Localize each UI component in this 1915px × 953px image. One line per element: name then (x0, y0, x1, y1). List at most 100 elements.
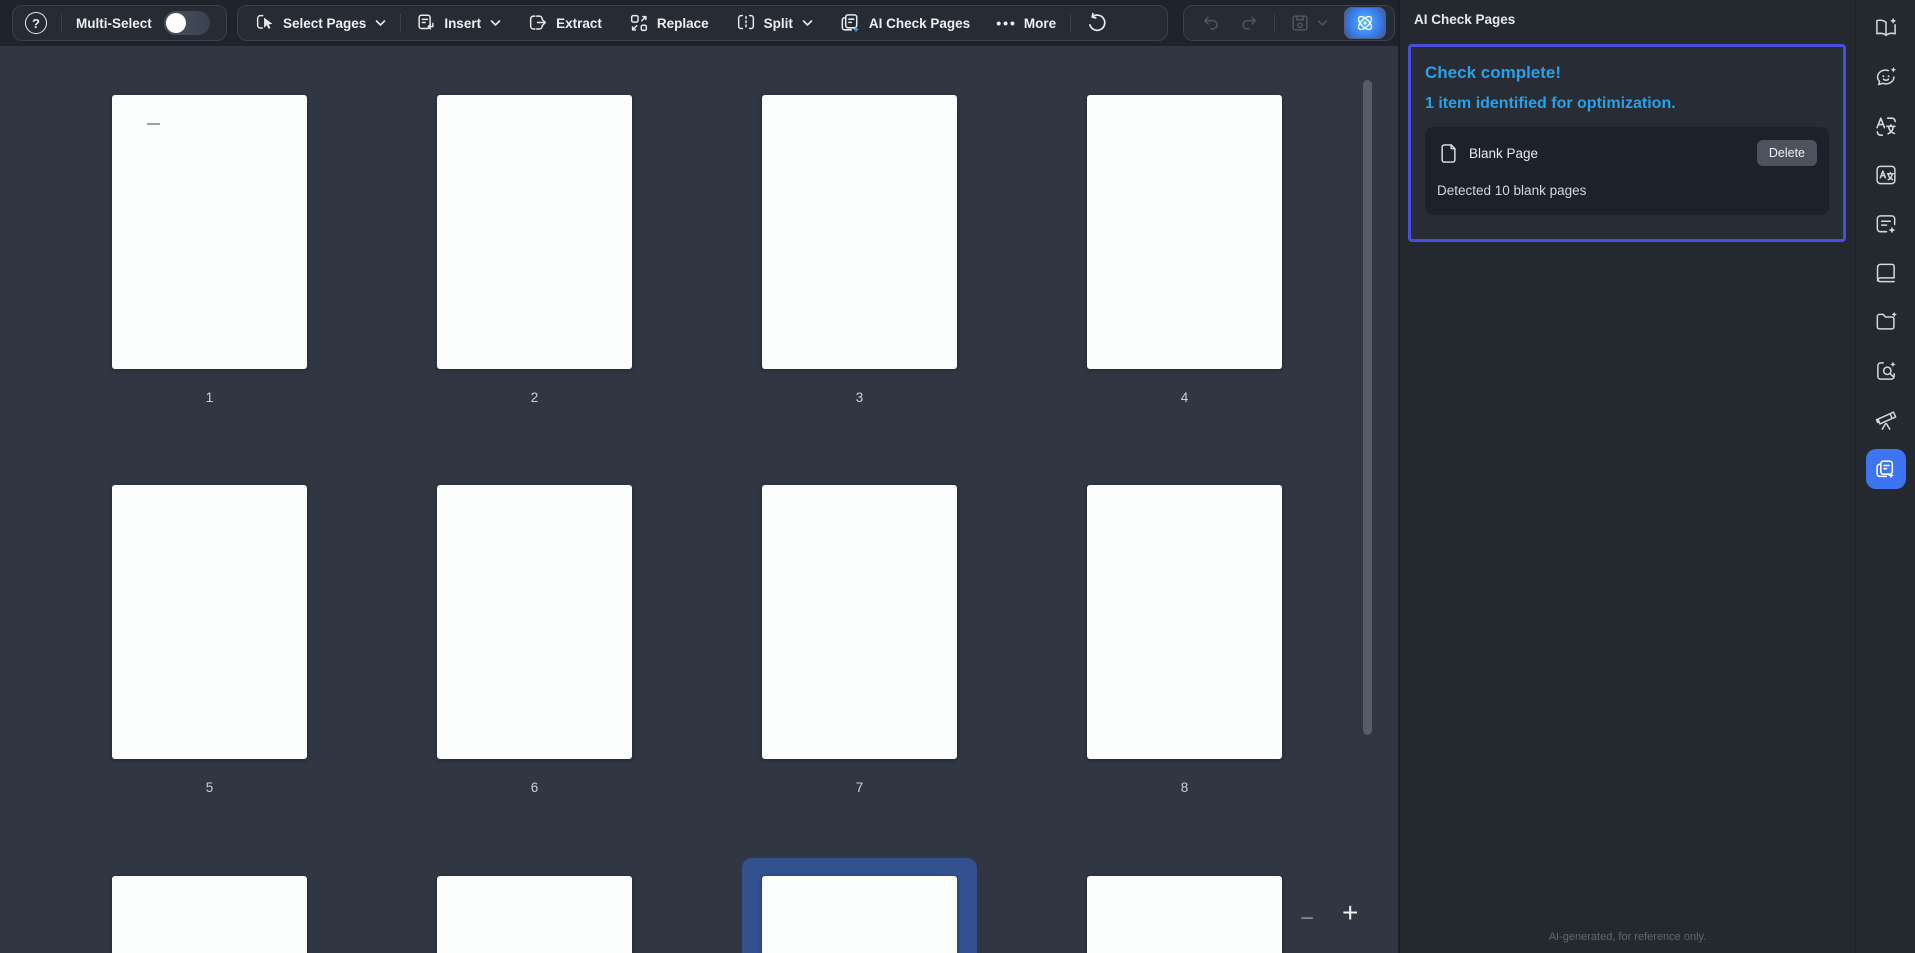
sidebar-item-telescope[interactable] (1866, 400, 1906, 440)
help-icon[interactable]: ? (25, 12, 47, 34)
replace-icon (628, 12, 650, 34)
more-label: More (1023, 15, 1057, 31)
page-thumbnail-3[interactable] (762, 95, 957, 369)
page-thumbnail-8[interactable] (1087, 485, 1282, 759)
blank-page-card: Blank Page Delete Detected 10 blank page… (1425, 127, 1829, 215)
redo-button[interactable] (1238, 12, 1260, 34)
ai-check-pages-icon (839, 12, 862, 35)
vertical-scrollbar-thumb[interactable] (1363, 80, 1372, 735)
page-thumbnail-7[interactable] (762, 485, 957, 759)
page-thumbnail-2[interactable] (437, 95, 632, 369)
sidebar-item-ai-detect[interactable] (1866, 351, 1906, 391)
page-grid-canvas: ? Multi-Select Select Pages Insert Extra… (0, 0, 1398, 953)
extract-icon (527, 12, 549, 34)
split-button[interactable]: Split (735, 12, 813, 34)
panel-title: AI Check Pages (1414, 12, 1516, 27)
chevron-down-icon (490, 19, 501, 27)
ai-tools-sidebar (1855, 0, 1915, 953)
extract-button[interactable]: Extract (527, 12, 602, 34)
divider (61, 14, 62, 32)
page-number: 8 (1180, 780, 1189, 795)
sidebar-item-ai-chat[interactable] (1866, 57, 1906, 97)
blank-page-title: Blank Page (1469, 146, 1539, 161)
translate-page-icon (1875, 165, 1896, 185)
selected-page-frame[interactable] (742, 858, 977, 953)
sidebar-item-ai-proofread[interactable] (1866, 204, 1906, 244)
multi-select-label: Multi-Select (76, 15, 152, 31)
chevron-down-icon (1317, 20, 1328, 27)
ai-folder-icon (1876, 311, 1897, 330)
blank-page-icon (1439, 143, 1458, 164)
select-pages-label: Select Pages (283, 15, 367, 31)
ai-disclaimer-text: AI-generated, for reference only. (1548, 931, 1707, 943)
replace-label: Replace (656, 15, 709, 31)
sidebar-item-ai-folder[interactable] (1866, 302, 1906, 342)
sidebar-item-ai-translate[interactable] (1866, 106, 1906, 146)
toolbar-group-file (1183, 5, 1395, 41)
ai-check-pages-panel: AI Check Pages Check complete! 1 item id… (1400, 0, 1855, 953)
select-pages-icon (254, 12, 276, 34)
select-pages-button[interactable]: Select Pages (254, 12, 386, 34)
extract-label: Extract (556, 15, 602, 31)
ai-proofread-icon (1876, 215, 1895, 234)
toolbar-group-actions: Select Pages Insert Extract Replace Spli… (237, 5, 1168, 41)
save-button[interactable] (1289, 12, 1328, 34)
ai-chat-icon (1876, 67, 1896, 86)
page-thumbnail-9[interactable] (112, 876, 307, 953)
ai-assistant-button[interactable] (1343, 7, 1386, 39)
ai-check-pages-label: AI Check Pages (868, 15, 971, 31)
page-thumbnail-10[interactable] (437, 876, 632, 953)
page-content-fragment (147, 123, 160, 125)
zoom-in-button[interactable]: + (1342, 897, 1358, 929)
page-thumbnail-5[interactable] (112, 485, 307, 759)
page-thumbnail-12[interactable] (1087, 876, 1282, 953)
page-number: 2 (530, 390, 539, 405)
telescope-icon (1875, 411, 1896, 430)
page-number: 5 (205, 780, 214, 795)
undo-icon (1203, 16, 1218, 30)
rotate-reset-button[interactable] (1085, 11, 1109, 35)
delete-button[interactable]: Delete (1756, 140, 1817, 166)
chevron-down-icon (802, 19, 813, 27)
ai-detect-icon (1876, 361, 1896, 380)
insert-button[interactable]: Insert (415, 12, 501, 34)
page-thumbnail-11-selected[interactable] (762, 876, 957, 953)
ellipsis-icon: ••• (996, 15, 1017, 31)
book-icon (1876, 263, 1895, 283)
page-thumbnail-6[interactable] (437, 485, 632, 759)
page-thumbnail-1[interactable] (112, 95, 307, 369)
page-number: 4 (1180, 390, 1189, 405)
ai-orbits-icon (1357, 15, 1373, 31)
ai-check-pages-button[interactable]: AI Check Pages (839, 12, 970, 35)
page-number: 7 (855, 780, 864, 795)
check-complete-heading: Check complete! (1425, 63, 1562, 82)
sidebar-item-ai-reader[interactable] (1866, 8, 1906, 48)
page-thumbnail-4[interactable] (1087, 95, 1282, 369)
page-number: 6 (530, 780, 539, 795)
sidebar-item-book[interactable] (1866, 253, 1906, 293)
page-number: 3 (855, 390, 864, 405)
toolbar-group-mode: ? Multi-Select (12, 5, 227, 41)
check-result-box: Check complete! 1 item identified for op… (1408, 44, 1846, 242)
sidebar-item-ai-check-pages[interactable] (1865, 449, 1906, 489)
split-label: Split (763, 15, 793, 31)
ai-reader-icon (1875, 17, 1896, 37)
undo-button[interactable] (1200, 12, 1222, 34)
detected-pages-text: Detected 10 blank pages (1437, 183, 1587, 198)
save-icon (1292, 15, 1308, 31)
divider (1070, 14, 1072, 32)
more-button[interactable]: ••• More (996, 15, 1056, 31)
chevron-down-icon (375, 19, 386, 27)
multi-select-toggle[interactable] (163, 11, 210, 35)
page-number: 1 (205, 390, 214, 405)
rotate-ccw-icon (1085, 11, 1109, 35)
redo-icon (1242, 16, 1257, 30)
pdf-page-organizer-app: ? Multi-Select Select Pages Insert Extra… (0, 0, 1915, 953)
sidebar-item-translate-page[interactable] (1866, 155, 1906, 195)
zoom-out-button[interactable]: − (1300, 905, 1314, 933)
ai-check-pages-active-icon (1876, 459, 1894, 478)
replace-button[interactable]: Replace (628, 12, 709, 34)
divider (1274, 14, 1275, 32)
toggle-knob (165, 13, 186, 33)
items-identified-text: 1 item identified for optimization. (1425, 95, 1676, 112)
